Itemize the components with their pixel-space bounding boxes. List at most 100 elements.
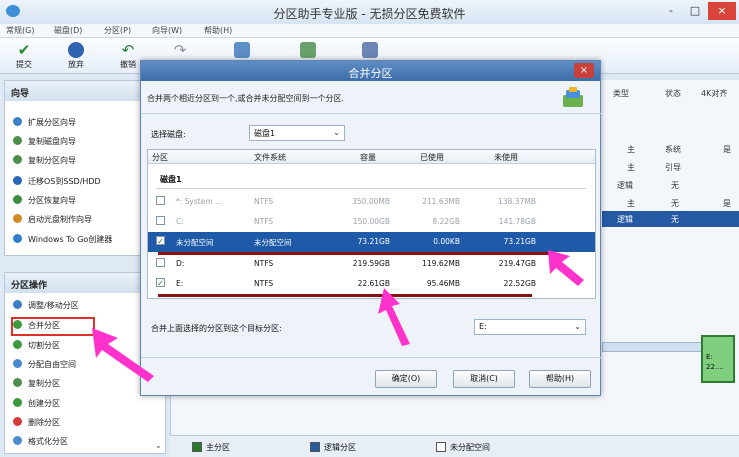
allocate-icon	[13, 359, 22, 368]
dialog-title: 合并分区	[348, 67, 393, 80]
row-status: 系统	[665, 145, 681, 154]
cell-capacity: 219.59GB	[352, 259, 390, 268]
row-checkbox[interactable]: ✓	[156, 236, 165, 246]
wizard-item-label: 扩展分区向导	[28, 118, 76, 127]
op-item-label: 复制分区	[28, 379, 60, 388]
help-button[interactable]: 帮助(H)	[529, 370, 591, 388]
create-icon	[13, 398, 22, 407]
col-used: 已使用	[420, 153, 444, 162]
disk-group-label: 磁盘1	[160, 175, 182, 184]
mini-partition-size: 22....	[706, 363, 724, 371]
merge-highlight-box	[11, 317, 95, 336]
row-type: 主	[627, 199, 635, 208]
op-item-label: 删除分区	[28, 418, 60, 427]
cell-free: 138.37MB	[498, 197, 536, 206]
wizard-item-label: 复制分区向导	[28, 156, 76, 165]
scroll-down-icon[interactable]: ⌄	[155, 441, 162, 450]
dialog-title-bar: 合并分区 ×	[141, 61, 600, 81]
row-checkbox[interactable]	[156, 196, 165, 205]
row-status: 无	[671, 199, 679, 208]
menu-partition[interactable]: 分区(P)	[104, 25, 131, 36]
table-row[interactable]: *: System ... NTFS 350.00MB 211.63MB 138…	[148, 192, 595, 212]
row-type: 逻辑	[617, 215, 633, 224]
cell-name: *: System ...	[176, 197, 223, 206]
op-create-partition[interactable]: 创建分区	[13, 398, 163, 415]
cell-fs: 未分配空间	[254, 238, 292, 247]
partition-table: 分区 文件系统 容量 已使用 未使用 磁盘1 *: System ... NTF…	[147, 149, 596, 299]
submit-button[interactable]: ✔ 提交	[4, 40, 44, 72]
resize-icon	[13, 300, 22, 309]
col-capacity: 容量	[360, 153, 376, 162]
format-icon	[13, 436, 22, 445]
row-type: 主	[627, 163, 635, 172]
maximize-button[interactable]: □	[684, 2, 706, 20]
menu-help[interactable]: 帮助(H)	[204, 25, 232, 36]
op-item-label: 创建分区	[28, 399, 60, 408]
op-format-partition[interactable]: 格式化分区	[13, 436, 163, 453]
discard-icon	[68, 42, 84, 58]
windows-to-go-icon	[13, 234, 22, 243]
op-item-label: 切割分区	[28, 341, 60, 350]
logical-swatch-icon	[310, 442, 320, 452]
table-row-selected[interactable]: ✓ 未分配空间 未分配空间 73.21GB 0.00KB 73.21GB	[148, 232, 595, 252]
table-row[interactable]: C: NTFS 150.00GB 8.22GB 141.78GB	[148, 212, 595, 232]
disk-select-value: 磁盘1	[254, 129, 276, 138]
row-checkbox[interactable]	[156, 216, 165, 225]
discard-button[interactable]: 放弃	[56, 40, 96, 72]
migrate-icon	[13, 176, 22, 185]
annotation-underline	[158, 294, 532, 297]
cell-free: 219.47GB	[498, 259, 536, 268]
ok-button[interactable]: 确定(O)	[375, 370, 437, 388]
merge-header-icon	[561, 87, 585, 109]
wizard-item-label: 启动光盘制作向导	[28, 215, 92, 224]
col-free: 未使用	[494, 153, 518, 162]
table-row[interactable]: ✓ E: NTFS 22.61GB 95.46MB 22.52GB	[148, 274, 595, 294]
target-partition-select[interactable]: E: ⌄	[474, 319, 586, 335]
col-status: 状态	[665, 89, 681, 98]
unallocated-swatch-icon	[436, 442, 446, 452]
minimize-button[interactable]: -	[660, 2, 682, 20]
op-item-label: 分配自由空间	[28, 360, 76, 369]
cell-capacity: 350.00MB	[352, 197, 390, 206]
menu-wizard[interactable]: 向导(W)	[152, 25, 182, 36]
row-status: 引导	[665, 163, 681, 172]
close-button[interactable]: ×	[708, 2, 736, 20]
extend-icon	[13, 117, 22, 126]
target-partition-label: 合并上面选择的分区到这个目标分区:	[151, 324, 282, 333]
disk-select[interactable]: 磁盘1 ⌄	[249, 125, 345, 141]
row-checkbox[interactable]: ✓	[156, 278, 165, 288]
cell-free: 141.78GB	[498, 217, 536, 226]
cancel-button[interactable]: 取消(C)	[453, 370, 515, 388]
cell-used: 211.63MB	[422, 197, 460, 206]
cell-fs: NTFS	[254, 259, 274, 268]
cell-fs: NTFS	[254, 217, 274, 226]
row-type: 逻辑	[617, 181, 633, 190]
menu-bar: 常规(G) 磁盘(D) 分区(P) 向导(W) 帮助(H)	[0, 24, 739, 38]
refresh-icon	[234, 42, 250, 58]
title-bar: 分区助手专业版 - 无损分区免费软件 - □ ×	[0, 0, 739, 24]
cell-used: 0.00KB	[433, 237, 460, 246]
cell-name: C:	[176, 217, 184, 226]
op-item-label: 格式化分区	[28, 437, 68, 446]
check-icon: ✔	[17, 41, 31, 59]
col-partition: 分区	[152, 153, 168, 162]
cell-used: 95.46MB	[426, 279, 460, 288]
menu-general[interactable]: 常规(G)	[6, 25, 34, 36]
mini-partition-e[interactable]: E: 22....	[701, 335, 735, 383]
target-select-value: E:	[479, 322, 487, 331]
wizard-item-label: 分区恢复向导	[28, 196, 76, 205]
legend-primary: 主分区	[206, 443, 230, 452]
dialog-close-button[interactable]: ×	[574, 63, 594, 78]
op-delete-partition[interactable]: 删除分区	[13, 417, 163, 434]
row-4k: 是	[723, 145, 731, 154]
table-row[interactable]: D: NTFS 219.59GB 119.62MB 219.47GB	[148, 254, 595, 274]
row-checkbox[interactable]	[156, 258, 165, 267]
cell-capacity: 22.61GB	[357, 279, 390, 288]
copy-disk-icon	[13, 136, 22, 145]
cell-used: 119.62MB	[422, 259, 460, 268]
dialog-divider	[141, 113, 602, 114]
submit-label: 提交	[16, 60, 32, 69]
menu-disk[interactable]: 磁盘(D)	[54, 25, 82, 36]
col-4k: 4K对齐	[701, 89, 728, 98]
cell-name: D:	[176, 259, 185, 268]
